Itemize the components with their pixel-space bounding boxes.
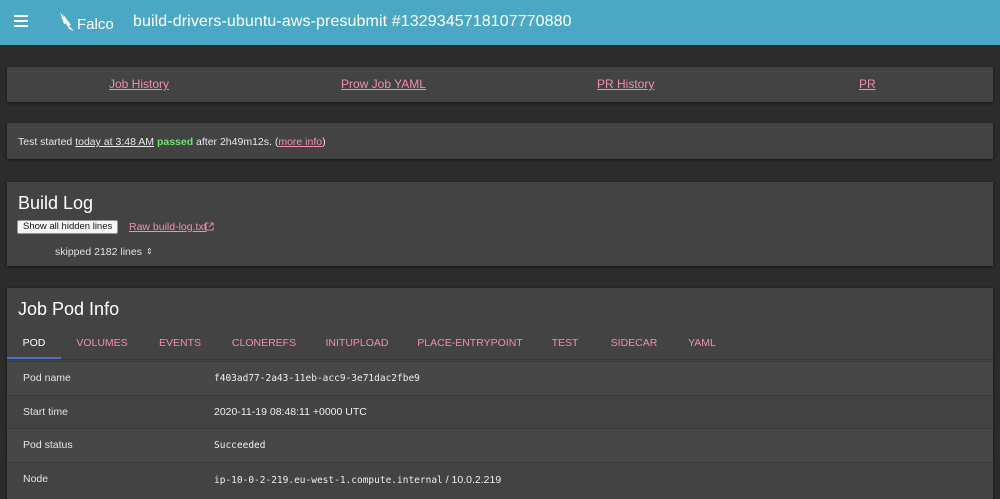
tab-volumes[interactable]: VOLUMES bbox=[65, 330, 139, 359]
job-pod-info-title: Job Pod Info bbox=[18, 299, 120, 319]
node-hostname: ip-10-0-2-219.eu-west-1.compute.internal bbox=[214, 474, 443, 486]
row-key: Pod status bbox=[23, 439, 73, 451]
prow-job-yaml-link[interactable]: Prow Job YAML bbox=[341, 77, 426, 91]
logo-text: Falco bbox=[77, 16, 114, 33]
pod-info-table: Pod name f403ad77-2a43-11eb-acc9-3e71dac… bbox=[7, 361, 993, 495]
expand-chevron-icon: ⇕ bbox=[145, 247, 153, 256]
row-value: Succeeded bbox=[214, 440, 266, 451]
show-all-hidden-lines-button[interactable]: Show all hidden lines bbox=[17, 220, 119, 234]
skipped-lines-toggle[interactable]: skipped 2182 lines ⇕ bbox=[55, 246, 153, 258]
tab-sidecar[interactable]: SIDECAR bbox=[599, 330, 669, 359]
test-status-card: Test started today at 3:48 AM passed aft… bbox=[7, 123, 993, 159]
raw-build-log-link[interactable]: Raw build-log.txt bbox=[129, 221, 207, 233]
tab-place-entrypoint[interactable]: PLACE-ENTRYPOINT bbox=[408, 330, 532, 359]
more-info-link[interactable]: more info bbox=[278, 136, 322, 148]
test-status-line: Test started today at 3:48 AM passed aft… bbox=[18, 136, 326, 148]
falco-logo[interactable]: Falco bbox=[58, 10, 114, 33]
falco-logo-icon bbox=[60, 11, 74, 31]
pr-link[interactable]: PR bbox=[859, 77, 876, 91]
row-value: f403ad77-2a43-11eb-acc9-3e71dac2fbe9 bbox=[214, 373, 420, 384]
hamburger-menu-icon[interactable] bbox=[14, 15, 28, 27]
tab-clonerefs[interactable]: CLONEREFS bbox=[222, 330, 306, 359]
tab-yaml[interactable]: YAML bbox=[679, 330, 725, 359]
status-result: passed bbox=[156, 136, 194, 148]
pod-info-tabs: POD VOLUMES EVENTS CLONEREFS INITUPLOAD … bbox=[7, 330, 993, 360]
pr-history-link[interactable]: PR History bbox=[597, 77, 654, 91]
table-row: Start time 2020-11-19 08:48:11 +0000 UTC bbox=[7, 394, 993, 429]
row-key: Start time bbox=[23, 405, 68, 418]
tab-initupload[interactable]: INITUPLOAD bbox=[315, 330, 399, 359]
row-key: Node bbox=[23, 472, 49, 485]
row-key: Pod name bbox=[23, 372, 71, 384]
table-row: Pod name f403ad77-2a43-11eb-acc9-3e71dac… bbox=[7, 361, 993, 395]
top-app-bar: Falco build-drivers-ubuntu-aws-presubmit… bbox=[0, 0, 1000, 45]
job-pod-info-card: Job Pod Info POD VOLUMES EVENTS CLONEREF… bbox=[7, 288, 993, 499]
row-value: ip-10-0-2-219.eu-west-1.compute.internal… bbox=[214, 474, 501, 486]
job-history-link[interactable]: Job History bbox=[109, 77, 169, 91]
job-links-card: Job History Prow Job YAML PR History PR bbox=[7, 67, 993, 102]
build-log-card: Build Log Show all hidden lines Raw buil… bbox=[7, 182, 993, 266]
status-suffix: ) bbox=[322, 136, 326, 148]
table-row: Pod status Succeeded bbox=[7, 428, 993, 462]
external-link-icon bbox=[205, 222, 214, 231]
build-log-title: Build Log bbox=[18, 193, 94, 213]
page-title: build-drivers-ubuntu-aws-presubmit #1329… bbox=[133, 13, 572, 30]
node-ip: / 10.0.2.219 bbox=[442, 473, 502, 486]
tab-test[interactable]: TEST bbox=[539, 330, 591, 359]
table-row: Node ip-10-0-2-219.eu-west-1.compute.int… bbox=[7, 461, 993, 496]
status-prefix: Test started bbox=[18, 136, 76, 148]
row-value: 2020-11-19 08:48:11 +0000 UTC bbox=[214, 405, 367, 418]
status-duration: after 2h49m12s. ( bbox=[193, 136, 279, 148]
start-time: today at 3:48 AM bbox=[75, 136, 155, 148]
tab-events[interactable]: EVENTS bbox=[148, 330, 212, 359]
tab-pod[interactable]: POD bbox=[7, 330, 61, 359]
skipped-lines-label: skipped 2182 lines bbox=[55, 246, 142, 258]
